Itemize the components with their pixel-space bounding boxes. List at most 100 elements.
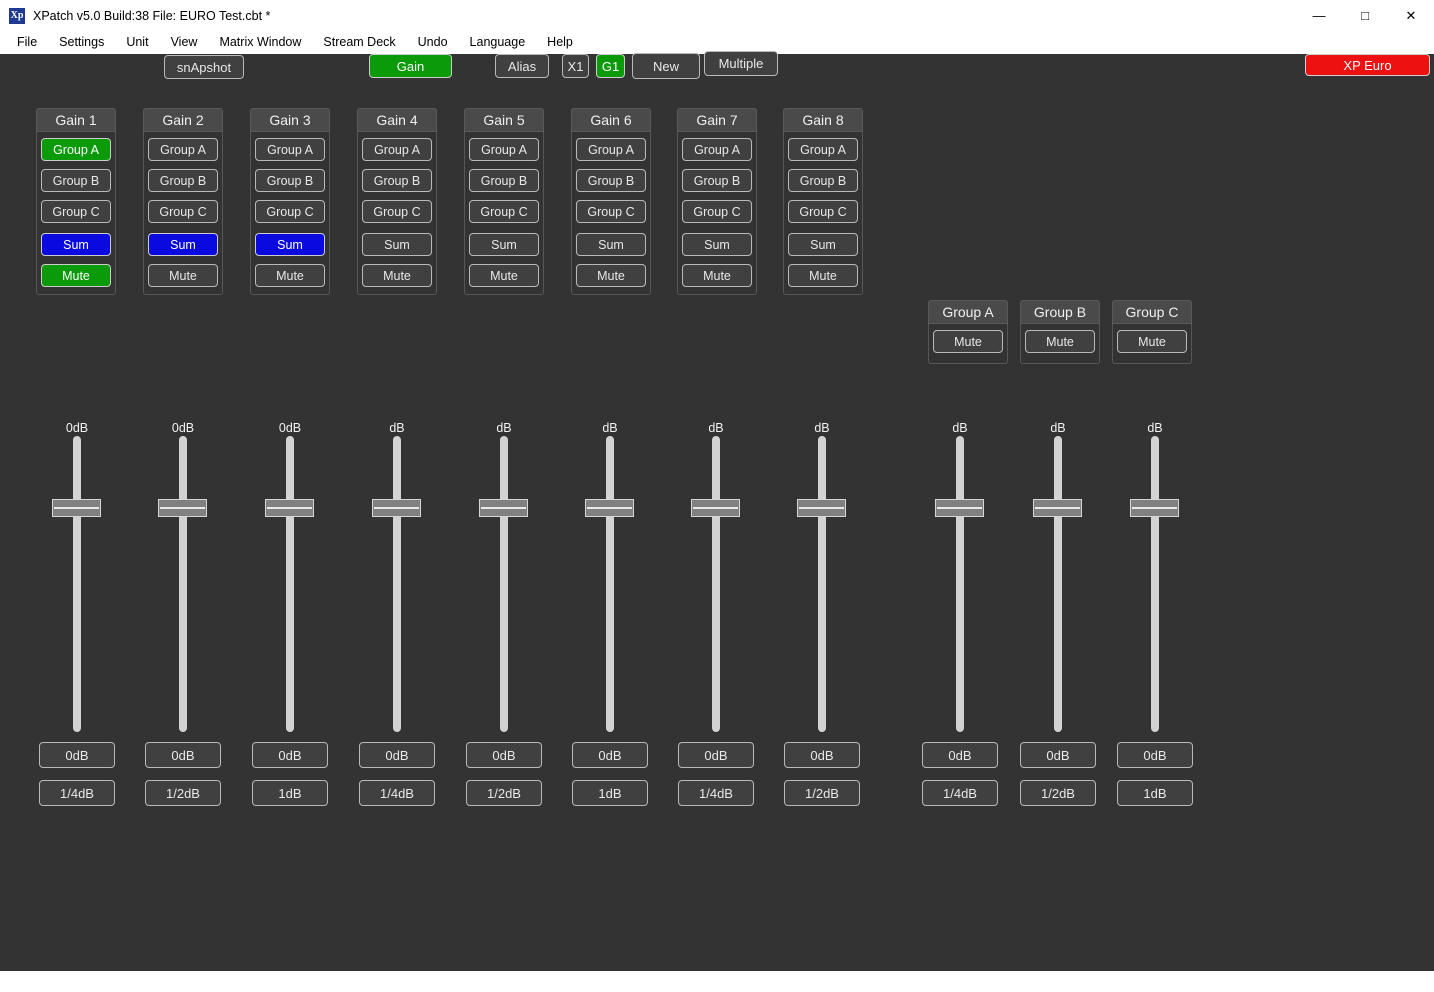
- fader-9-value-button[interactable]: 0dB: [922, 742, 998, 768]
- menu-item-settings[interactable]: Settings: [48, 33, 115, 51]
- fader-8-step-button[interactable]: 1/2dB: [784, 780, 860, 806]
- strip-4-group-b-button[interactable]: Group B: [362, 169, 432, 192]
- fader-7-track[interactable]: [686, 436, 746, 732]
- menu-item-view[interactable]: View: [160, 33, 209, 51]
- fader-11-value-button[interactable]: 0dB: [1117, 742, 1193, 768]
- fader-2-value-button[interactable]: 0dB: [145, 742, 221, 768]
- fader-11-track[interactable]: [1125, 436, 1185, 732]
- new-button[interactable]: New: [632, 53, 700, 79]
- fader-9-step-button[interactable]: 1/4dB: [922, 780, 998, 806]
- fader-1-step-button[interactable]: 1/4dB: [39, 780, 115, 806]
- fader-10-handle[interactable]: [1033, 499, 1082, 517]
- fader-1-track[interactable]: [47, 436, 107, 732]
- x1-button[interactable]: X1: [562, 54, 589, 78]
- g1-button[interactable]: G1: [596, 54, 625, 78]
- group-b-mute-button[interactable]: Mute: [1025, 330, 1095, 353]
- strip-6-sum-button[interactable]: Sum: [576, 233, 646, 256]
- fader-2-step-button[interactable]: 1/2dB: [145, 780, 221, 806]
- strip-5-sum-button[interactable]: Sum: [469, 233, 539, 256]
- strip-4-group-a-button[interactable]: Group A: [362, 138, 432, 161]
- strip-8-sum-button[interactable]: Sum: [788, 233, 858, 256]
- fader-3-handle[interactable]: [265, 499, 314, 517]
- fader-4-handle[interactable]: [372, 499, 421, 517]
- strip-5-group-c-button[interactable]: Group C: [469, 200, 539, 223]
- fader-3-step-button[interactable]: 1dB: [252, 780, 328, 806]
- strip-5-group-a-button[interactable]: Group A: [469, 138, 539, 161]
- group-a-mute-button[interactable]: Mute: [933, 330, 1003, 353]
- strip-4-sum-button[interactable]: Sum: [362, 233, 432, 256]
- fader-8-track[interactable]: [792, 436, 852, 732]
- menu-item-undo[interactable]: Undo: [407, 33, 459, 51]
- fader-11-step-button[interactable]: 1dB: [1117, 780, 1193, 806]
- strip-4-mute-button[interactable]: Mute: [362, 264, 432, 287]
- fader-10-track[interactable]: [1028, 436, 1088, 732]
- fader-7-value-button[interactable]: 0dB: [678, 742, 754, 768]
- menu-item-help[interactable]: Help: [536, 33, 584, 51]
- strip-6-group-c-button[interactable]: Group C: [576, 200, 646, 223]
- fader-3-track[interactable]: [260, 436, 320, 732]
- fader-5-handle[interactable]: [479, 499, 528, 517]
- strip-7-group-b-button[interactable]: Group B: [682, 169, 752, 192]
- strip-7-sum-button[interactable]: Sum: [682, 233, 752, 256]
- fader-4-step-button[interactable]: 1/4dB: [359, 780, 435, 806]
- menu-item-matrix-window[interactable]: Matrix Window: [208, 33, 312, 51]
- fader-1-value-button[interactable]: 0dB: [39, 742, 115, 768]
- fader-7-handle[interactable]: [691, 499, 740, 517]
- fader-6-handle[interactable]: [585, 499, 634, 517]
- fader-10-value-button[interactable]: 0dB: [1020, 742, 1096, 768]
- strip-4-group-c-button[interactable]: Group C: [362, 200, 432, 223]
- strip-2-group-b-button[interactable]: Group B: [148, 169, 218, 192]
- fader-6-track[interactable]: [580, 436, 640, 732]
- group-c-mute-button[interactable]: Mute: [1117, 330, 1187, 353]
- strip-7-group-c-button[interactable]: Group C: [682, 200, 752, 223]
- multiple-button[interactable]: Multiple: [704, 51, 778, 76]
- fader-6-value-button[interactable]: 0dB: [572, 742, 648, 768]
- strip-7-group-a-button[interactable]: Group A: [682, 138, 752, 161]
- menu-item-language[interactable]: Language: [459, 33, 537, 51]
- maximize-icon[interactable]: □: [1342, 0, 1388, 31]
- fader-2-handle[interactable]: [158, 499, 207, 517]
- strip-1-group-a-button[interactable]: Group A: [41, 138, 111, 161]
- fader-2-track[interactable]: [153, 436, 213, 732]
- strip-8-group-b-button[interactable]: Group B: [788, 169, 858, 192]
- strip-3-group-b-button[interactable]: Group B: [255, 169, 325, 192]
- close-icon[interactable]: ✕: [1388, 0, 1434, 31]
- menu-item-file[interactable]: File: [6, 33, 48, 51]
- fader-7-step-button[interactable]: 1/4dB: [678, 780, 754, 806]
- strip-2-group-a-button[interactable]: Group A: [148, 138, 218, 161]
- strip-2-mute-button[interactable]: Mute: [148, 264, 218, 287]
- gain-button[interactable]: Gain: [369, 54, 452, 78]
- alias-button[interactable]: Alias: [495, 54, 549, 78]
- fader-8-handle[interactable]: [797, 499, 846, 517]
- strip-3-group-c-button[interactable]: Group C: [255, 200, 325, 223]
- menu-item-unit[interactable]: Unit: [115, 33, 159, 51]
- fader-11-handle[interactable]: [1130, 499, 1179, 517]
- fader-3-value-button[interactable]: 0dB: [252, 742, 328, 768]
- strip-5-group-b-button[interactable]: Group B: [469, 169, 539, 192]
- strip-3-mute-button[interactable]: Mute: [255, 264, 325, 287]
- fader-5-value-button[interactable]: 0dB: [466, 742, 542, 768]
- strip-2-sum-button[interactable]: Sum: [148, 233, 218, 256]
- strip-8-mute-button[interactable]: Mute: [788, 264, 858, 287]
- strip-2-group-c-button[interactable]: Group C: [148, 200, 218, 223]
- snapshot-button[interactable]: snApshot: [164, 55, 244, 79]
- strip-1-group-c-button[interactable]: Group C: [41, 200, 111, 223]
- strip-6-group-a-button[interactable]: Group A: [576, 138, 646, 161]
- strip-6-group-b-button[interactable]: Group B: [576, 169, 646, 192]
- fader-9-handle[interactable]: [935, 499, 984, 517]
- strip-8-group-a-button[interactable]: Group A: [788, 138, 858, 161]
- strip-6-mute-button[interactable]: Mute: [576, 264, 646, 287]
- minimize-icon[interactable]: —: [1296, 0, 1342, 31]
- fader-1-handle[interactable]: [52, 499, 101, 517]
- fader-5-step-button[interactable]: 1/2dB: [466, 780, 542, 806]
- fader-4-track[interactable]: [367, 436, 427, 732]
- fader-9-track[interactable]: [930, 436, 990, 732]
- fader-5-track[interactable]: [474, 436, 534, 732]
- strip-3-group-a-button[interactable]: Group A: [255, 138, 325, 161]
- xp-euro-button[interactable]: XP Euro: [1305, 54, 1430, 76]
- strip-1-group-b-button[interactable]: Group B: [41, 169, 111, 192]
- fader-10-step-button[interactable]: 1/2dB: [1020, 780, 1096, 806]
- fader-4-value-button[interactable]: 0dB: [359, 742, 435, 768]
- menu-item-stream-deck[interactable]: Stream Deck: [312, 33, 406, 51]
- strip-8-group-c-button[interactable]: Group C: [788, 200, 858, 223]
